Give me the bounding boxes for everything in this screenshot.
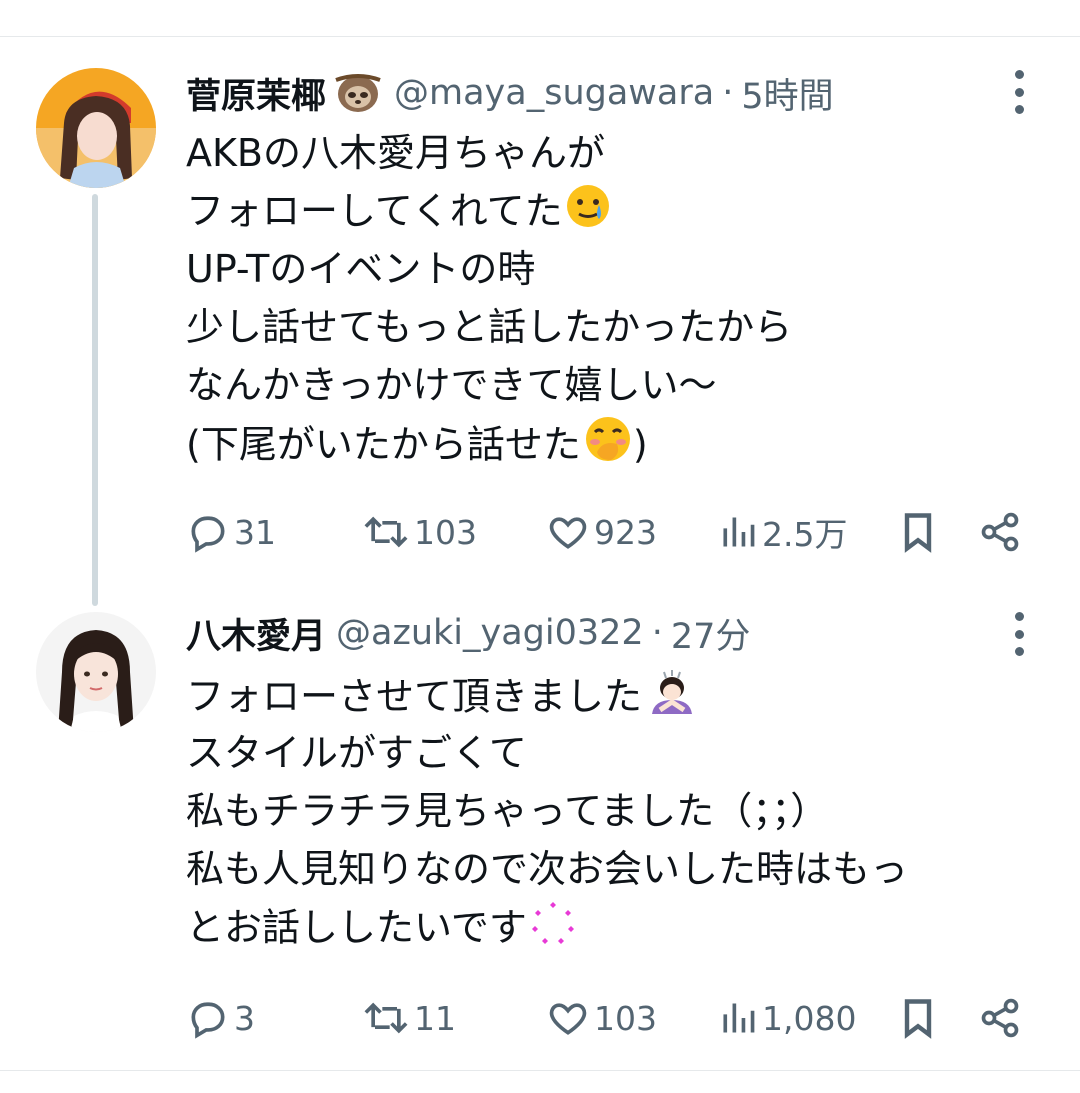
hand-over-mouth-emoji-icon bbox=[583, 414, 633, 480]
bookmark-icon bbox=[904, 513, 932, 553]
display-name[interactable]: 菅原茉椰 bbox=[186, 68, 326, 119]
user-handle[interactable]: @maya_sugawara bbox=[394, 73, 714, 113]
text-line: UP-Tのイベントの時 bbox=[186, 247, 536, 291]
text-line: 少し話せてもっと話したかったから bbox=[186, 305, 793, 349]
avatar[interactable] bbox=[36, 68, 156, 188]
top-divider bbox=[0, 36, 1080, 37]
views-button[interactable]: 1,080 bbox=[718, 996, 856, 1040]
heart-icon bbox=[549, 1003, 587, 1035]
reply-count: 3 bbox=[234, 998, 255, 1038]
reply-icon bbox=[191, 1002, 225, 1039]
more-options-icon[interactable] bbox=[1006, 612, 1032, 656]
views-icon bbox=[723, 517, 755, 547]
share-button[interactable] bbox=[978, 996, 1026, 1040]
reply-icon bbox=[191, 516, 225, 553]
tweet-text: AKBの八木愛月ちゃんが フォローしてくれてた UP-Tのイベントの時 少し話せ… bbox=[186, 124, 792, 472]
timestamp[interactable]: 5時間 bbox=[741, 68, 833, 119]
heart-ring-emoji-icon bbox=[529, 898, 577, 962]
views-icon bbox=[723, 1003, 755, 1033]
tweet-header: 菅原茉椰 @maya_sugawara · 5時間 bbox=[186, 68, 834, 118]
share-icon bbox=[981, 998, 1019, 1038]
text-line: とお話ししたいです bbox=[186, 898, 908, 956]
timestamp[interactable]: 27分 bbox=[671, 608, 751, 659]
display-name[interactable]: 八木愛月 bbox=[186, 608, 326, 659]
view-count: 1,080 bbox=[762, 998, 857, 1038]
view-count: 2.5万 bbox=[762, 515, 848, 554]
tear-smile-emoji-icon bbox=[565, 183, 611, 245]
tweet-actions: 31 103 923 2.5万 bbox=[186, 510, 1036, 554]
person-bowing-emoji-icon bbox=[644, 666, 700, 732]
like-count: 103 bbox=[594, 998, 657, 1038]
retweet-count: 103 bbox=[414, 512, 477, 552]
separator-dot: · bbox=[722, 73, 734, 113]
reply-button[interactable]: 31 bbox=[186, 510, 276, 554]
retweet-button[interactable]: 103 bbox=[362, 510, 477, 554]
heart-icon bbox=[549, 517, 587, 549]
text-line: 私も人見知りなので次お会いした時はもっ bbox=[186, 847, 909, 891]
views-button[interactable]: 2.5万 bbox=[718, 510, 847, 554]
more-options-icon[interactable] bbox=[1006, 70, 1032, 114]
retweet-icon bbox=[364, 1002, 408, 1034]
text-line: AKBの八木愛月ちゃんが bbox=[186, 131, 605, 175]
like-button[interactable]: 103 bbox=[546, 996, 657, 1040]
tweet-header: 八木愛月 @azuki_yagi0322 · 27分 bbox=[186, 608, 750, 658]
like-count: 923 bbox=[594, 512, 657, 552]
reply-count: 31 bbox=[234, 512, 276, 552]
avatar[interactable] bbox=[36, 612, 156, 732]
share-button[interactable] bbox=[978, 510, 1026, 554]
text-line: 私もチラチラ見ちゃってました（；；） bbox=[186, 789, 829, 833]
reply-button[interactable]: 3 bbox=[186, 996, 255, 1040]
text-line: フォローさせて頂きました bbox=[186, 666, 908, 724]
text-line: (下尾がいたから話せた) bbox=[186, 414, 792, 472]
tweet-text: フォローさせて頂きました スタイルがすごくて 私もチラチラ見ちゃってました（；；… bbox=[186, 666, 908, 956]
text-line: フォローしてくれてた bbox=[186, 182, 792, 240]
share-icon bbox=[981, 512, 1019, 552]
bookmark-button[interactable] bbox=[898, 510, 942, 554]
bookmark-button[interactable] bbox=[898, 996, 942, 1040]
like-button[interactable]: 923 bbox=[546, 510, 657, 554]
retweet-count: 11 bbox=[414, 998, 456, 1038]
bottom-divider bbox=[0, 1070, 1080, 1071]
tweet-actions: 3 11 103 1,080 bbox=[186, 996, 1036, 1040]
separator-dot: · bbox=[651, 613, 663, 653]
thread-connector bbox=[92, 194, 98, 606]
user-handle[interactable]: @azuki_yagi0322 bbox=[336, 613, 644, 653]
text-line: スタイルがすごくて bbox=[186, 731, 527, 775]
bookmark-icon bbox=[904, 999, 932, 1039]
retweet-icon bbox=[364, 516, 408, 548]
retweet-button[interactable]: 11 bbox=[362, 996, 456, 1040]
text-line: なんかきっかけできて嬉しい〜 bbox=[186, 363, 717, 407]
sloth-emoji-icon bbox=[332, 70, 384, 116]
